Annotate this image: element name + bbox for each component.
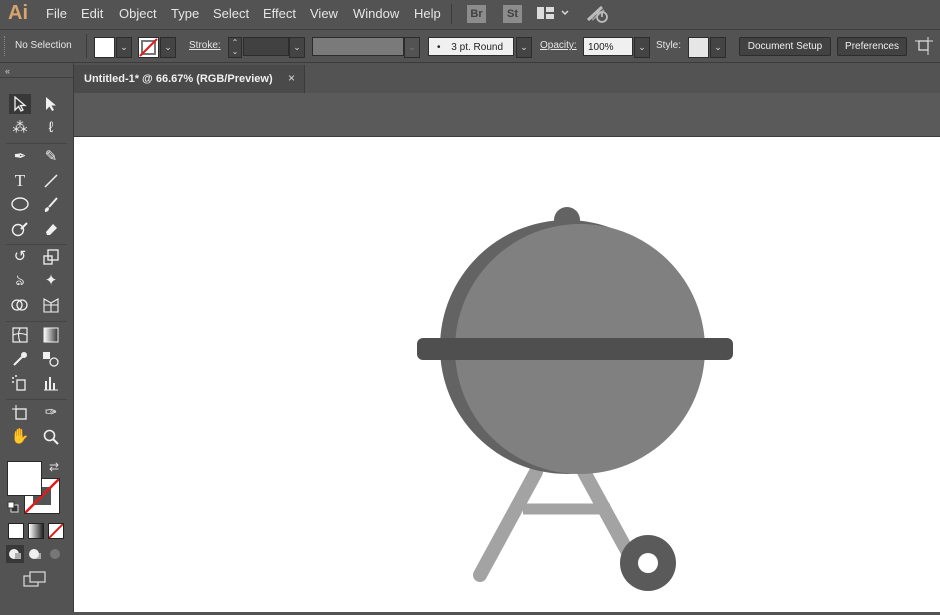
puppet-warp-icon[interactable]: ✦ xyxy=(40,271,62,291)
default-fill-stroke-icon[interactable] xyxy=(7,501,19,516)
symbol-sprayer-icon[interactable] xyxy=(9,373,31,393)
brush-definition-field[interactable]: • 3 pt. Round xyxy=(428,37,514,56)
stroke-weight-field[interactable] xyxy=(243,37,289,56)
color-mode-icon[interactable] xyxy=(8,523,24,539)
workspace-layout-icon[interactable] xyxy=(537,7,571,24)
eraser-icon[interactable] xyxy=(40,219,62,239)
brush-definition-value: 3 pt. Round xyxy=(451,42,504,53)
hand-icon[interactable]: ✋ xyxy=(9,427,31,447)
paintbrush-icon[interactable] xyxy=(40,195,62,215)
opacity-label[interactable]: Opacity: xyxy=(540,40,577,51)
direct-selection-tool-icon[interactable] xyxy=(40,94,62,114)
magic-wand-icon[interactable]: ⁂ xyxy=(9,118,31,138)
none-mode-icon[interactable] xyxy=(48,523,64,539)
blend-icon[interactable] xyxy=(40,349,62,369)
document-tab-title: Untitled-1* @ 66.67% (RGB/Preview) xyxy=(84,73,273,85)
tools-panel: « ⁂ ℓ ✒ ✎ T ↺ ঌ ✦ ✑ ✋ ⇄ xyxy=(0,63,74,612)
warp-icon[interactable]: ঌ xyxy=(9,271,31,291)
menu-help[interactable]: Help xyxy=(414,6,441,21)
opacity-field[interactable]: 100% xyxy=(583,37,633,56)
menu-effect[interactable]: Effect xyxy=(263,6,296,21)
scale-icon[interactable] xyxy=(40,247,62,267)
column-graph-icon[interactable] xyxy=(40,373,62,393)
shaper-icon[interactable] xyxy=(9,219,31,239)
grill-artwork[interactable] xyxy=(74,137,940,612)
tool-group-divider xyxy=(6,321,67,322)
artboard-icon[interactable] xyxy=(9,403,31,423)
type-icon[interactable]: T xyxy=(9,171,31,191)
grill-wheel-hub xyxy=(638,553,658,573)
fill-dropdown[interactable]: ⌄ xyxy=(116,37,132,58)
control-grip[interactable] xyxy=(4,36,7,56)
menu-select[interactable]: Select xyxy=(213,6,249,21)
selection-tool-icon[interactable] xyxy=(9,94,31,114)
curvature-icon[interactable]: ✎ xyxy=(40,147,62,167)
menu-edit[interactable]: Edit xyxy=(81,6,103,21)
swap-fill-stroke-icon[interactable]: ⇄ xyxy=(49,460,59,474)
brush-dot-icon: • xyxy=(437,42,441,53)
tool-group-divider xyxy=(6,399,67,400)
grill-left-leg[interactable] xyxy=(473,465,543,582)
collapse-panel-icon[interactable]: « xyxy=(5,66,10,76)
screen-mode-icon[interactable] xyxy=(23,571,47,590)
artboard[interactable] xyxy=(74,137,940,612)
tool-group-divider xyxy=(6,143,67,144)
variable-width-dropdown[interactable]: ⌄ xyxy=(404,37,420,58)
draw-behind-icon[interactable] xyxy=(26,545,44,563)
close-tab-icon[interactable]: × xyxy=(288,71,295,85)
menu-divider xyxy=(451,4,452,24)
brush-dropdown[interactable]: ⌄ xyxy=(516,37,532,58)
tool-group-divider xyxy=(6,244,67,245)
stroke-weight-stepper[interactable]: ⌃ ⌄ xyxy=(228,37,242,58)
ellipse-icon[interactable] xyxy=(9,195,31,215)
stroke-label[interactable]: Stroke: xyxy=(189,40,221,51)
slice-icon[interactable]: ✑ xyxy=(40,403,62,423)
control-bar: No Selection ⌄ ⌄ Stroke: ⌃ ⌄ ⌄ ⌄ • 3 pt. … xyxy=(0,30,940,63)
preferences-button[interactable]: Preferences xyxy=(837,37,907,56)
gradient-mode-icon[interactable] xyxy=(28,523,44,539)
draw-normal-icon[interactable] xyxy=(6,545,24,563)
graphic-style-swatch[interactable] xyxy=(688,37,709,58)
control-divider xyxy=(86,34,87,58)
document-setup-button[interactable]: Document Setup xyxy=(739,37,831,56)
menu-bar: Ai File Edit Object Type Select Effect V… xyxy=(0,0,940,30)
menu-view[interactable]: View xyxy=(310,6,338,21)
document-tab[interactable]: Untitled-1* @ 66.67% (RGB/Preview) × xyxy=(74,65,305,93)
mesh-icon[interactable] xyxy=(9,325,31,345)
fill-swatch[interactable] xyxy=(94,37,115,58)
gradient-icon[interactable] xyxy=(40,325,62,345)
stroke-weight-dropdown[interactable]: ⌄ xyxy=(289,37,305,58)
stroke-swatch[interactable] xyxy=(138,37,159,58)
shape-builder-icon[interactable] xyxy=(9,295,31,315)
menu-window[interactable]: Window xyxy=(353,6,399,21)
pasteboard[interactable] xyxy=(74,93,940,137)
stroke-dropdown[interactable]: ⌄ xyxy=(160,37,176,58)
pen-icon[interactable]: ✒ xyxy=(9,147,31,167)
eyedropper-icon[interactable] xyxy=(9,349,31,369)
graphic-style-dropdown[interactable]: ⌄ xyxy=(710,37,726,58)
app-logo: Ai xyxy=(8,2,28,24)
draw-inside-icon[interactable] xyxy=(46,545,64,563)
menu-file[interactable]: File xyxy=(46,6,67,21)
stock-icon[interactable]: St xyxy=(503,5,522,23)
lasso-icon[interactable]: ℓ xyxy=(40,118,62,138)
line-icon[interactable] xyxy=(40,171,62,191)
grill-lid-band[interactable] xyxy=(417,338,733,360)
bridge-icon[interactable]: Br xyxy=(467,5,486,23)
gpu-performance-icon[interactable] xyxy=(586,4,610,27)
selection-status: No Selection xyxy=(15,40,72,51)
perspective-grid-icon[interactable] xyxy=(40,295,62,315)
menu-type[interactable]: Type xyxy=(171,6,199,21)
variable-width-profile[interactable] xyxy=(312,37,404,56)
rotate-icon[interactable]: ↺ xyxy=(9,247,31,267)
menu-object[interactable]: Object xyxy=(119,6,157,21)
toolbar-divider xyxy=(0,77,73,78)
arrange-documents-icon[interactable] xyxy=(915,37,933,58)
fill-color-box[interactable] xyxy=(7,461,42,496)
zoom-icon[interactable] xyxy=(40,427,62,447)
opacity-dropdown[interactable]: ⌄ xyxy=(634,37,650,58)
style-label: Style: xyxy=(656,40,682,51)
